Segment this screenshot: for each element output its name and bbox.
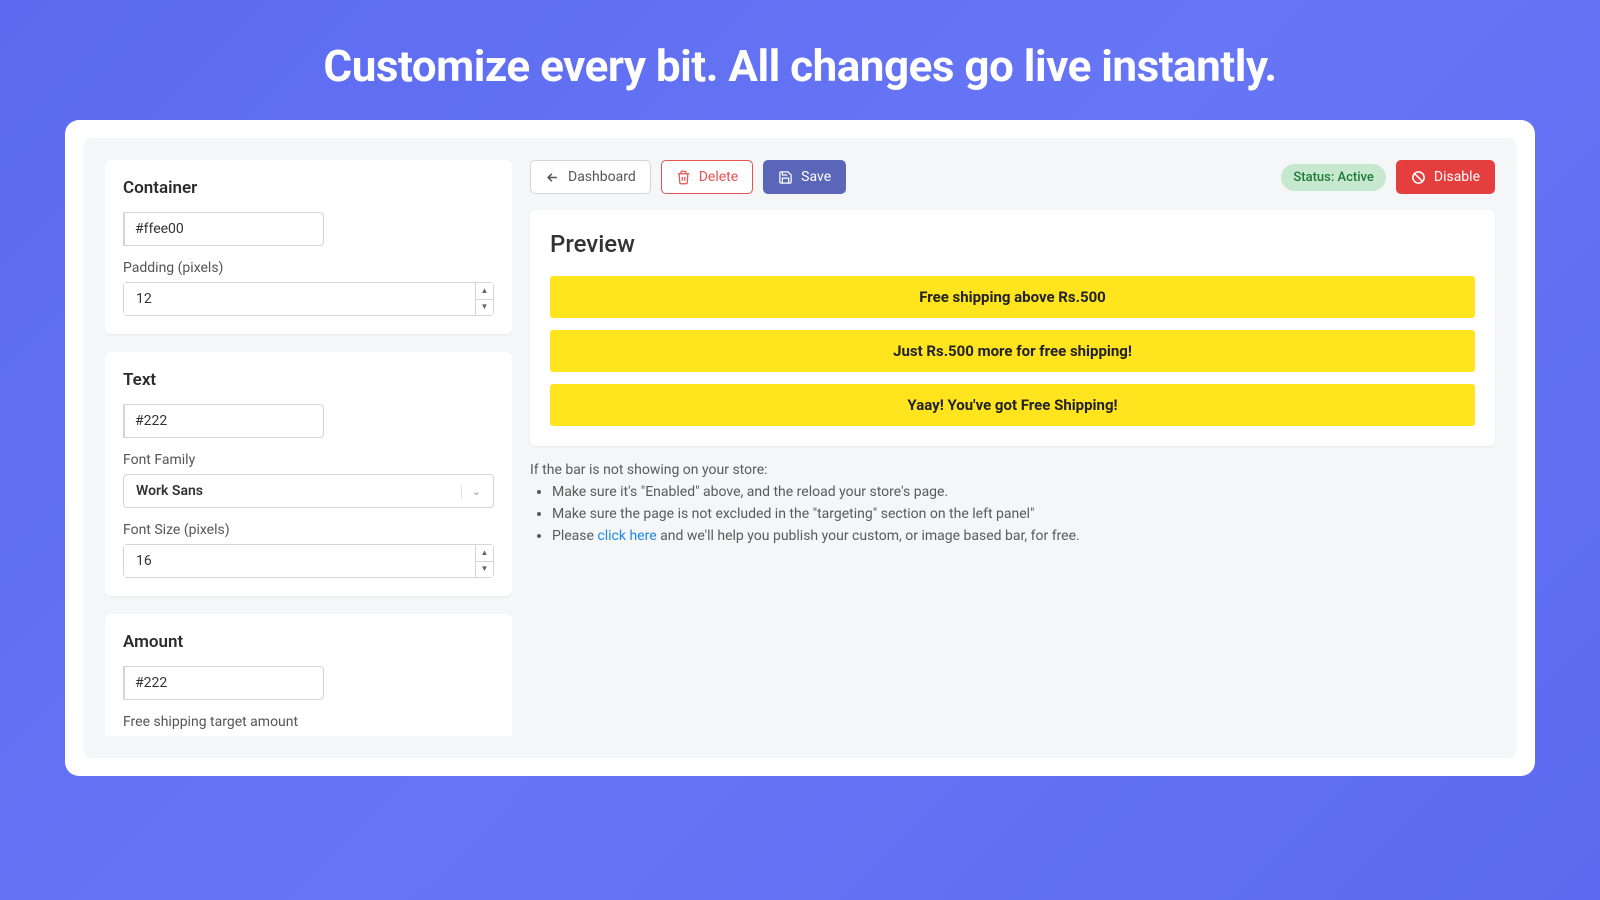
amount-card: Amount Free shipping target amount (105, 614, 512, 736)
container-card: Container Padding (pixels) ▲ ▼ (105, 160, 512, 334)
toolbar: Dashboard Delete Save Status: Active Dis… (530, 160, 1495, 194)
font-size-spinners: ▲ ▼ (475, 545, 493, 577)
container-card-title: Container (123, 178, 494, 198)
amount-card-title: Amount (123, 632, 494, 652)
save-label: Save (801, 169, 831, 185)
help-list: Make sure it's "Enabled" above, and the … (530, 484, 1495, 544)
settings-sidebar: Container Padding (pixels) ▲ ▼ Text (105, 160, 512, 736)
delete-label: Delete (699, 169, 738, 185)
save-button[interactable]: Save (763, 160, 846, 194)
disable-button[interactable]: Disable (1396, 160, 1495, 194)
hero-title: Customize every bit. All changes go live… (0, 0, 1600, 120)
padding-input-wrap: ▲ ▼ (123, 282, 494, 316)
help-item: Please click here and we'll help you pub… (552, 528, 1495, 544)
padding-up-icon[interactable]: ▲ (476, 283, 493, 300)
trash-icon (676, 170, 691, 185)
help-text: If the bar is not showing on your store:… (530, 462, 1495, 550)
padding-spinners: ▲ ▼ (475, 283, 493, 315)
padding-input[interactable] (124, 283, 475, 315)
amount-color-input[interactable] (124, 666, 324, 700)
target-amount-label: Free shipping target amount (123, 714, 494, 730)
arrow-left-icon (545, 170, 560, 185)
delete-button[interactable]: Delete (661, 160, 753, 194)
preview-bar: Yaay! You've got Free Shipping! (550, 384, 1475, 426)
padding-down-icon[interactable]: ▼ (476, 300, 493, 316)
save-icon (778, 170, 793, 185)
font-family-value: Work Sans (136, 483, 461, 499)
text-card-title: Text (123, 370, 494, 390)
help-link[interactable]: click here (597, 528, 656, 544)
container-color-input[interactable] (124, 212, 324, 246)
help-item: Make sure it's "Enabled" above, and the … (552, 484, 1495, 500)
preview-bar: Just Rs.500 more for free shipping! (550, 330, 1475, 372)
app-inner: Container Padding (pixels) ▲ ▼ Text (83, 138, 1517, 758)
amount-color-row (123, 666, 313, 700)
preview-title: Preview (550, 230, 1475, 258)
text-color-row (123, 404, 313, 438)
disable-label: Disable (1434, 169, 1480, 185)
preview-card: Preview Free shipping above Rs.500 Just … (530, 210, 1495, 446)
help-item-suffix: and we'll help you publish your custom, … (657, 528, 1080, 544)
font-size-up-icon[interactable]: ▲ (476, 545, 493, 562)
font-family-select[interactable]: Work Sans ⌄ (123, 474, 494, 508)
padding-label: Padding (pixels) (123, 260, 494, 276)
font-size-label: Font Size (pixels) (123, 522, 494, 538)
font-size-input-wrap: ▲ ▼ (123, 544, 494, 578)
status-badge: Status: Active (1281, 164, 1386, 191)
font-size-input[interactable] (124, 545, 475, 577)
chevron-down-icon: ⌄ (461, 485, 481, 498)
main-panel: Dashboard Delete Save Status: Active Dis… (530, 160, 1495, 736)
dashboard-label: Dashboard (568, 169, 636, 185)
help-item: Make sure the page is not excluded in th… (552, 506, 1495, 522)
prohibit-icon (1411, 170, 1426, 185)
text-color-input[interactable] (124, 404, 324, 438)
dashboard-button[interactable]: Dashboard (530, 160, 651, 194)
container-color-row (123, 212, 313, 246)
font-size-down-icon[interactable]: ▼ (476, 562, 493, 578)
help-item-prefix: Please (552, 528, 597, 544)
font-family-label: Font Family (123, 452, 494, 468)
app-frame: Container Padding (pixels) ▲ ▼ Text (65, 120, 1535, 776)
text-card: Text Font Family Work Sans ⌄ Font Size (… (105, 352, 512, 596)
help-intro: If the bar is not showing on your store: (530, 462, 1495, 478)
preview-bar: Free shipping above Rs.500 (550, 276, 1475, 318)
